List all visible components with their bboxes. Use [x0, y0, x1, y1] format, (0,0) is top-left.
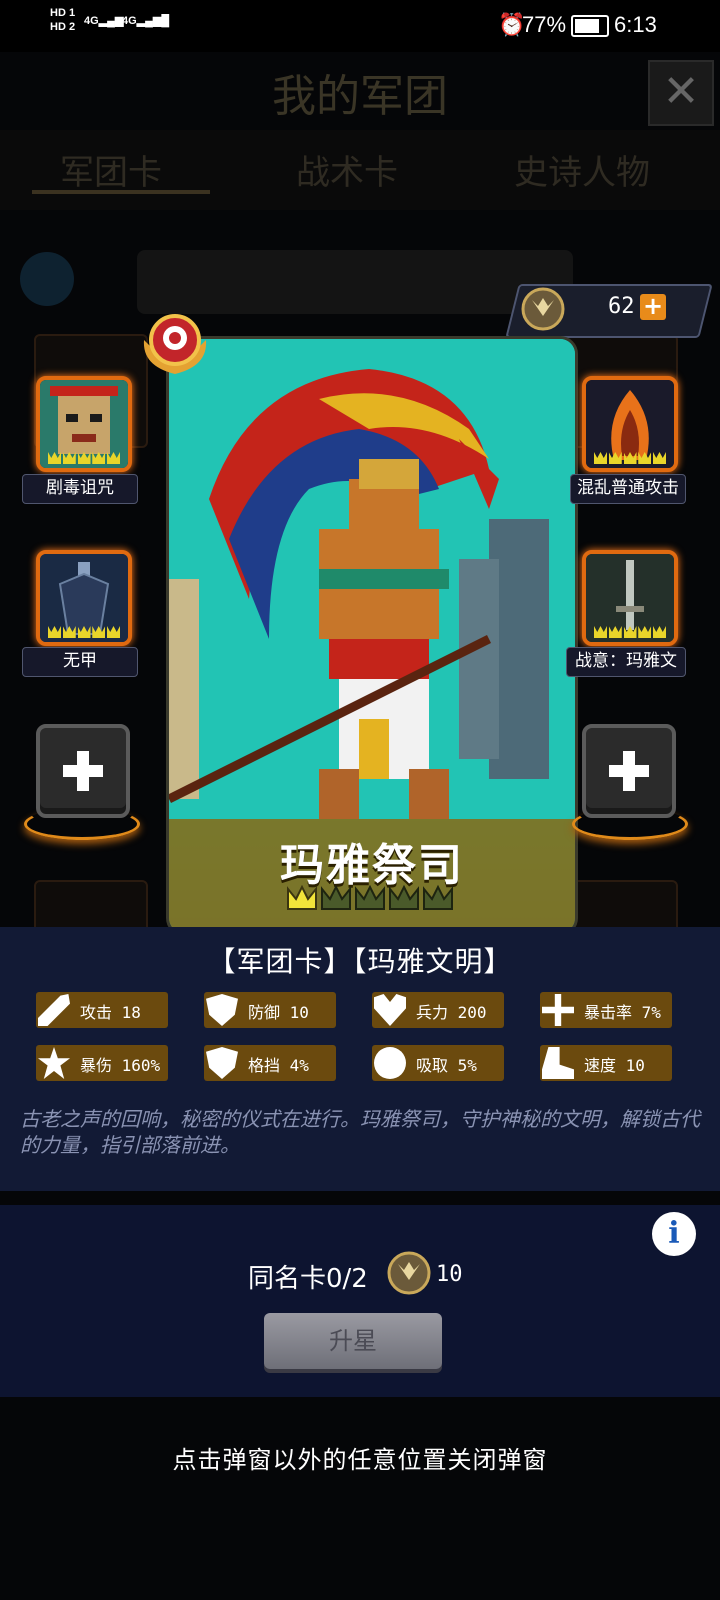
skill-level [48, 626, 120, 640]
unit-card: 玛雅祭司 [166, 336, 578, 936]
close-button[interactable]: ✕ [648, 60, 714, 126]
info-icon[interactable]: i [652, 1212, 696, 1256]
battery-percent: 77% [522, 12, 567, 37]
tab-tactic-cards[interactable]: 战术卡 [296, 145, 398, 194]
card-description: 古老之声的回响，秘密的仪式在进行。玛雅祭司，守护神秘的文明，解锁古代的力量，指引… [20, 1107, 700, 1157]
crown-empty-icon [423, 884, 453, 910]
shield-icon [206, 994, 238, 1026]
drain-icon [374, 1047, 406, 1079]
bg-card-slot [34, 880, 148, 934]
skill-level [48, 452, 120, 466]
network-type-2: 4G [122, 15, 137, 27]
tab-legion-cards[interactable]: 军团卡 [60, 145, 162, 194]
crown-filled-icon [287, 884, 317, 910]
skill-label: 战意：玛雅文 [566, 647, 686, 677]
bg-card-slot [564, 880, 678, 934]
rank-badge-icon [143, 314, 207, 374]
add-skill-button[interactable] [36, 724, 130, 818]
skill-slot-no-armor[interactable] [36, 550, 132, 646]
crown-empty-icon [355, 884, 385, 910]
skill-slot-battle-will[interactable] [582, 550, 678, 646]
stat-block: 格挡 4% [204, 1045, 336, 1081]
search-box[interactable] [137, 250, 573, 314]
battery-icon [571, 15, 609, 37]
skill-label: 无甲 [22, 647, 138, 677]
star-rating [285, 881, 455, 921]
tab-underline [32, 190, 210, 194]
stat-attack: 攻击 18 [36, 992, 168, 1028]
emblem-icon [521, 287, 565, 331]
sim-indicators: HD 1 HD 2 [50, 6, 75, 34]
signal-1-icon: 4G▂▄▆ [84, 15, 124, 27]
skill-label: 混乱普通攻击 [570, 474, 686, 504]
add-skill-button[interactable] [582, 724, 676, 818]
sword-icon [38, 994, 70, 1026]
boot-icon [542, 1047, 574, 1079]
status-bar: HD 1 HD 2 4G▂▄▆ 4G▂▄▆█ ⏰ 77% 6:13 [0, 0, 720, 52]
skill-level [594, 452, 666, 466]
sim2-label: HD 2 [50, 21, 76, 33]
maya-priest-portrait [169, 339, 575, 819]
clock: 6:13 [614, 12, 657, 37]
network-type: 4G [84, 15, 99, 27]
sim1-label: HD 1 [50, 7, 76, 19]
skill-slot-chaos-attack[interactable] [582, 376, 678, 472]
same-card-count: 同名卡0/2 [248, 1264, 368, 1294]
crown-empty-icon [389, 884, 419, 910]
stat-speed: 速度 10 [540, 1045, 672, 1081]
stat-crit-damage: 暴伤 160% [36, 1045, 168, 1081]
parry-icon [206, 1047, 238, 1079]
upgrade-star-button[interactable]: 升星 [264, 1313, 442, 1369]
heart-icon [374, 994, 406, 1026]
stat-defense: 防御 10 [204, 992, 336, 1028]
stat-crit-rate: 暴击率 7% [540, 992, 672, 1028]
skill-slot-poison-curse[interactable] [36, 376, 132, 472]
close-hint[interactable]: 点击弹窗以外的任意位置关闭弹窗 [0, 1440, 720, 1475]
upgrade-cost: 10 [436, 1262, 463, 1287]
skill-level [594, 626, 666, 640]
add-currency-button[interactable]: + [640, 294, 666, 320]
signal-2-icon: 4G▂▄▆█ [122, 15, 170, 27]
emblem-icon [387, 1251, 431, 1295]
page-title: 我的军团 [272, 71, 448, 122]
stat-drain: 吸取 5% [372, 1045, 504, 1081]
burst-icon [38, 1047, 70, 1079]
currency-count: 62 [608, 294, 635, 319]
skill-label: 剧毒诅咒 [22, 474, 138, 504]
crown-empty-icon [321, 884, 351, 910]
tab-epic-characters[interactable]: 史诗人物 [514, 145, 650, 194]
card-category-title: 【军团卡】【玛雅文明】 [207, 945, 513, 978]
crosshair-icon [542, 994, 574, 1026]
stat-troops: 兵力 200 [372, 992, 504, 1028]
menu-icon[interactable] [20, 252, 74, 306]
